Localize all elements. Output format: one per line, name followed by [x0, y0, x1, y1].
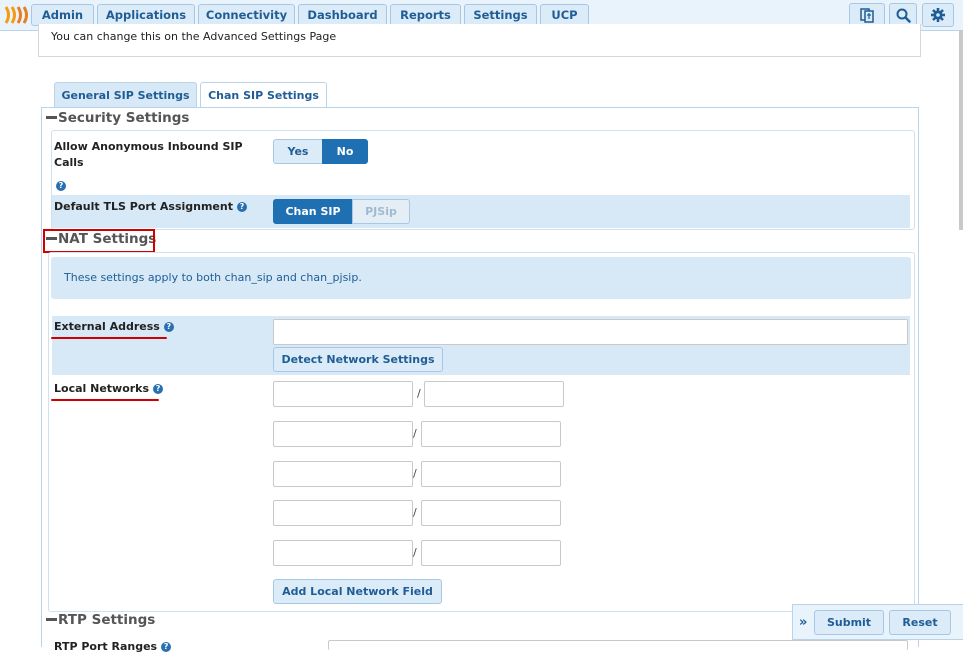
expand-icon[interactable]: »	[799, 615, 807, 630]
rtp-port-ranges-label: RTP Port Ranges?	[54, 639, 172, 655]
nat-info-box: These settings apply to both chan_sip an…	[51, 257, 911, 299]
gear-icon	[931, 8, 945, 22]
local-network-mask-2[interactable]	[421, 421, 561, 447]
slash-separator: /	[417, 387, 421, 400]
security-settings-title[interactable]: Security Settings	[46, 110, 189, 126]
local-network-mask-4[interactable]	[421, 500, 561, 526]
advanced-settings-notice: You can change this on the Advanced Sett…	[38, 24, 921, 57]
local-networks-label: Local Networks?	[54, 381, 164, 397]
detect-network-settings-button[interactable]: Detect Network Settings	[273, 347, 443, 372]
slash-separator: /	[413, 427, 417, 440]
local-networks-underline	[51, 399, 159, 401]
reset-button[interactable]: Reset	[889, 610, 951, 635]
help-icon[interactable]: ?	[236, 202, 247, 212]
nav-settings[interactable]: Settings	[464, 4, 537, 26]
nav-dashboard[interactable]: Dashboard	[298, 4, 387, 26]
anon-sip-yes[interactable]: Yes	[273, 139, 323, 164]
local-network-ip-2[interactable]	[273, 421, 413, 447]
nav-applications[interactable]: Applications	[97, 4, 195, 26]
help-icon[interactable]: ?	[163, 322, 174, 332]
external-address-label: External Address?	[54, 319, 174, 335]
slash-separator: /	[413, 546, 417, 559]
slash-separator: /	[413, 467, 417, 480]
help-icon[interactable]: ?	[153, 384, 164, 394]
nav-connectivity[interactable]: Connectivity	[198, 4, 295, 26]
local-network-mask-5[interactable]	[421, 540, 561, 566]
submit-button[interactable]: Submit	[814, 610, 884, 635]
external-address-underline	[51, 337, 167, 339]
collapse-icon	[46, 115, 57, 119]
slash-separator: /	[413, 506, 417, 519]
rtp-port-start-input[interactable]	[328, 640, 908, 650]
add-local-network-button[interactable]: Add Local Network Field	[273, 579, 442, 604]
nat-title-highlight	[43, 229, 155, 253]
local-network-mask-3[interactable]	[421, 461, 561, 487]
external-address-input[interactable]	[273, 319, 908, 345]
tls-port-label: Default TLS Port Assignment?	[54, 199, 247, 215]
local-network-ip-1[interactable]	[273, 381, 413, 407]
search-icon	[896, 8, 911, 23]
page-scrollbar[interactable]	[959, 30, 963, 230]
anon-sip-no[interactable]: No	[322, 139, 368, 164]
nav-reports[interactable]: Reports	[390, 4, 461, 26]
help-icon[interactable]: ?	[161, 642, 172, 652]
tab-chan-sip-settings[interactable]: Chan SIP Settings	[200, 82, 327, 107]
tls-chan-sip[interactable]: Chan SIP	[273, 199, 353, 224]
local-network-ip-4[interactable]	[273, 500, 413, 526]
anon-sip-label: Allow Anonymous Inbound SIP Calls	[54, 140, 243, 169]
settings-button[interactable]	[922, 3, 954, 27]
nav-admin[interactable]: Admin	[31, 4, 94, 26]
freepbx-logo-icon[interactable]	[3, 5, 29, 25]
anon-sip-help[interactable]: ?	[56, 179, 66, 192]
nav-ucp[interactable]: UCP	[540, 4, 589, 26]
collapse-icon	[46, 617, 57, 621]
local-network-ip-3[interactable]	[273, 461, 413, 487]
help-icon: ?	[56, 181, 66, 191]
language-flag-icon	[860, 8, 874, 23]
tab-general-sip-settings[interactable]: General SIP Settings	[54, 82, 197, 108]
tls-pjsip[interactable]: PJSip	[352, 199, 410, 224]
rtp-settings-title[interactable]: RTP Settings	[46, 612, 155, 628]
local-network-mask-1[interactable]	[424, 381, 564, 407]
local-network-ip-5[interactable]	[273, 540, 413, 566]
